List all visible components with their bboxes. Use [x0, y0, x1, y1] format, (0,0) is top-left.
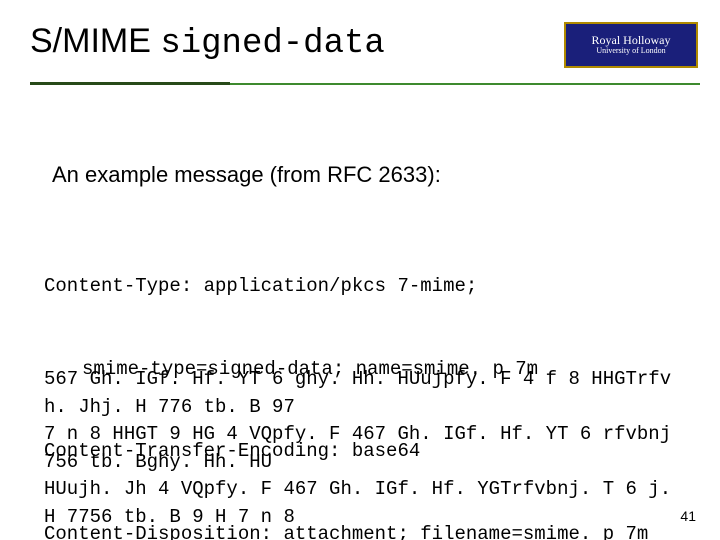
- slide-title: S/MIME signed-data: [30, 22, 385, 60]
- page-number: 41: [680, 508, 696, 524]
- title-code: signed-data: [160, 25, 384, 63]
- intro-text: An example message (from RFC 2633):: [52, 162, 680, 188]
- body-line-2: 7 n 8 HHGT 9 HG 4 VQpfy. F 467 Gh. IGf. …: [44, 421, 690, 476]
- title-prefix: S/MIME: [30, 22, 160, 60]
- underline-light: [230, 83, 700, 85]
- encoded-body: 567 Gh. IGf. Hf. YT 6 ghy. Hh. HUujpfy. …: [44, 366, 690, 531]
- underline-dark: [30, 82, 230, 85]
- body-line-1: 567 Gh. IGf. Hf. YT 6 ghy. Hh. HUujpfy. …: [44, 366, 690, 421]
- slide: S/MIME signed-data Royal Holloway Univer…: [0, 0, 720, 540]
- logo-line2: University of London: [596, 47, 665, 56]
- header-line-1: Content-Type: application/pkcs 7-mime;: [44, 273, 690, 301]
- title-underline: [0, 82, 720, 86]
- university-logo: Royal Holloway University of London: [564, 22, 698, 68]
- body-line-3: HUujh. Jh 4 VQpfy. F 467 Gh. IGf. Hf. YG…: [44, 476, 690, 531]
